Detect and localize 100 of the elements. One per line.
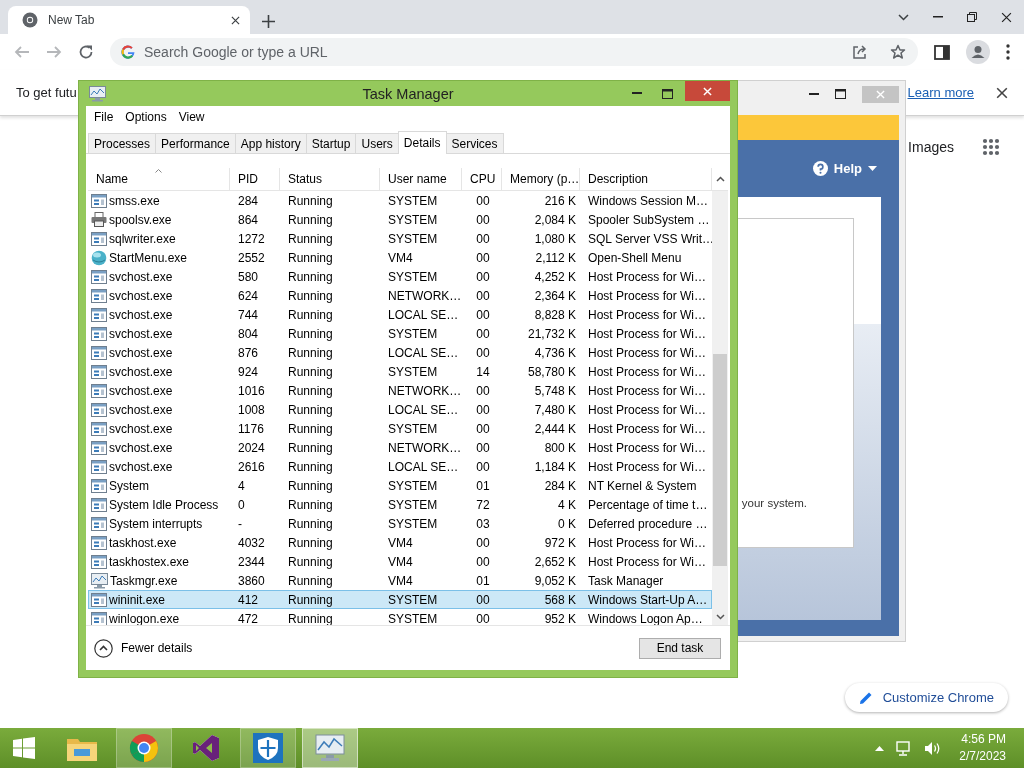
- process-name: taskhostex.exe: [109, 554, 190, 569]
- star-icon[interactable]: [890, 44, 906, 60]
- table-row[interactable]: svchost.exe 2024 Running NETWORK… 00 800 K Host Process for Wi…: [88, 438, 712, 457]
- fewer-details-link[interactable]: Fewer details: [121, 641, 193, 655]
- table-row[interactable]: System 4 Running SYSTEM 01 284 K NT Kernel & System: [88, 476, 712, 495]
- taskbar-app[interactable]: [116, 728, 172, 768]
- learn-more-link[interactable]: Learn more: [907, 85, 974, 100]
- table-row[interactable]: spoolsv.exe 864 Running SYSTEM 00 2,084 K Spooler SubSystem …: [88, 210, 712, 229]
- column-header[interactable]: User name: [380, 168, 462, 190]
- table-row[interactable]: svchost.exe 580 Running SYSTEM 00 4,252 K Host Process for Wi…: [88, 267, 712, 286]
- avatar-icon[interactable]: [966, 40, 990, 64]
- table-cell-text: 00: [475, 231, 491, 246]
- tab[interactable]: App history: [234, 133, 307, 153]
- scroll-up-icon[interactable]: [715, 176, 725, 182]
- maximize-icon[interactable]: [835, 89, 846, 99]
- tab[interactable]: Users: [355, 133, 399, 153]
- scroll-thumb[interactable]: [713, 354, 727, 566]
- table-cell-text: SYSTEM: [387, 478, 439, 493]
- table-cell-text: Windows Session M…: [587, 193, 710, 208]
- chevron-down-icon[interactable]: [898, 13, 909, 21]
- column-header[interactable]: Status: [280, 168, 380, 190]
- process-name: taskhost.exe: [109, 535, 177, 550]
- window-icon: [91, 345, 107, 360]
- network-icon[interactable]: [896, 740, 913, 756]
- table-row[interactable]: svchost.exe 1176 Running SYSTEM 00 2,444 K Host Process for Wi…: [88, 419, 712, 438]
- customize-chrome-button[interactable]: Customize Chrome: [844, 683, 1008, 712]
- table-row[interactable]: svchost.exe 804 Running SYSTEM 00 21,732 K Host Process for Wi…: [88, 324, 712, 343]
- close-icon: [703, 86, 712, 96]
- tab[interactable]: Processes: [88, 133, 157, 153]
- address-bar[interactable]: Search Google or type a URL: [110, 38, 918, 66]
- menu-item[interactable]: Options: [119, 110, 173, 124]
- table-row[interactable]: smss.exe 284 Running SYSTEM 00 216 K Windows Session M…: [88, 191, 712, 210]
- close-icon[interactable]: [996, 86, 1008, 99]
- table-cell-text: 00: [475, 383, 491, 398]
- apps-grid-icon[interactable]: [982, 138, 1000, 156]
- table-row[interactable]: StartMenu.exe 2552 Running VM4 00 2,112 K Open-Shell Menu: [88, 248, 712, 267]
- scrollbar[interactable]: [712, 191, 728, 625]
- table-row[interactable]: taskhost.exe 4032 Running VM4 00 972 K Host Process for Wi…: [88, 533, 712, 552]
- table-row[interactable]: svchost.exe 924 Running SYSTEM 14 58,780 K Host Process for Wi…: [88, 362, 712, 381]
- close-icon[interactable]: [231, 15, 240, 25]
- tab[interactable]: Details: [397, 131, 447, 154]
- table-cell-text: SYSTEM: [387, 326, 439, 341]
- table-row[interactable]: wininit.exe 412 Running SYSTEM 00 568 K Windows Start-Up A…: [88, 590, 712, 609]
- images-link[interactable]: Images: [908, 139, 954, 155]
- table-row[interactable]: Taskmgr.exe 3860 Running VM4 01 9,052 K Task Manager: [88, 571, 712, 590]
- close-icon[interactable]: [1001, 11, 1012, 23]
- collapse-icon[interactable]: [94, 638, 113, 658]
- browser-tab[interactable]: New Tab: [8, 6, 250, 34]
- table-cell-text: 00: [475, 345, 491, 360]
- table-cell-text: 2,084 K: [533, 212, 577, 227]
- table-cell-text: 876: [237, 345, 260, 360]
- table-cell-text: SYSTEM: [387, 516, 439, 531]
- share-icon[interactable]: [852, 44, 868, 60]
- minimize-icon[interactable]: [632, 92, 642, 95]
- tab[interactable]: Services: [445, 133, 504, 153]
- table-row[interactable]: svchost.exe 1008 Running LOCAL SE… 00 7,480 K Host Process for Wi…: [88, 400, 712, 419]
- process-name: StartMenu.exe: [109, 250, 188, 265]
- printer-icon: [91, 212, 107, 227]
- table-cell-text: Running: [287, 611, 334, 625]
- reload-icon[interactable]: [78, 44, 94, 60]
- column-header[interactable]: Name: [88, 168, 230, 190]
- table-row[interactable]: winlogon.exe 472 Running SYSTEM 00 952 K Windows Logon Ap…: [88, 609, 712, 625]
- maximize-icon[interactable]: [662, 88, 673, 99]
- column-header[interactable]: PID: [230, 168, 280, 190]
- table-row[interactable]: System Idle Process 0 Running SYSTEM 72 4 K Percentage of time t…: [88, 495, 712, 514]
- table-cell-text: 14: [475, 364, 491, 379]
- tab[interactable]: Performance: [155, 133, 236, 153]
- taskbar-app[interactable]: [240, 728, 296, 768]
- plus-icon[interactable]: [262, 15, 275, 28]
- table-cell-text: 864: [237, 212, 260, 227]
- menu-item[interactable]: View: [172, 110, 211, 124]
- tab[interactable]: Startup: [305, 133, 357, 153]
- table-cell-text: Running: [287, 193, 334, 208]
- end-task-button[interactable]: End task: [639, 637, 721, 659]
- menu-icon[interactable]: [1006, 44, 1010, 60]
- table-cell-text: VM4: [387, 250, 414, 265]
- scroll-down-icon[interactable]: [715, 614, 725, 620]
- column-header[interactable]: Memory (p…: [502, 168, 580, 190]
- side-panel-icon[interactable]: [934, 44, 950, 60]
- table-cell-text: SYSTEM: [387, 212, 439, 227]
- volume-icon[interactable]: [924, 740, 942, 756]
- table-row[interactable]: System interrupts - Running SYSTEM 03 0 K Deferred procedure …: [88, 514, 712, 533]
- minimize-icon[interactable]: [809, 92, 819, 96]
- table-cell-text: 580: [237, 269, 260, 284]
- table-row[interactable]: svchost.exe 624 Running NETWORK… 00 2,364 K Host Process for Wi…: [88, 286, 712, 305]
- table-row[interactable]: svchost.exe 876 Running LOCAL SE… 00 4,736 K Host Process for Wi…: [88, 343, 712, 362]
- restore-icon[interactable]: [967, 12, 977, 22]
- table-cell-text: Running: [287, 345, 334, 360]
- table-row[interactable]: sqlwriter.exe 1272 Running SYSTEM 00 1,080 K SQL Server VSS Writ…: [88, 229, 712, 248]
- table-row[interactable]: svchost.exe 1016 Running NETWORK… 00 5,748 K Host Process for Wi…: [88, 381, 712, 400]
- column-header[interactable]: CPU: [462, 168, 502, 190]
- chevron-up-icon[interactable]: [875, 745, 885, 751]
- menu-item[interactable]: File: [88, 110, 120, 124]
- close-button[interactable]: [685, 81, 730, 101]
- table-row[interactable]: taskhostex.exe 2344 Running VM4 00 2,652 K Host Process for Wi…: [88, 552, 712, 571]
- table-row[interactable]: svchost.exe 2616 Running LOCAL SE… 00 1,184 K Host Process for Wi…: [88, 457, 712, 476]
- process-name: svchost.exe: [109, 440, 173, 455]
- window-icon: [91, 554, 107, 569]
- table-row[interactable]: svchost.exe 744 Running LOCAL SE… 00 8,828 K Host Process for Wi…: [88, 305, 712, 324]
- help-menu[interactable]: Help: [812, 161, 877, 176]
